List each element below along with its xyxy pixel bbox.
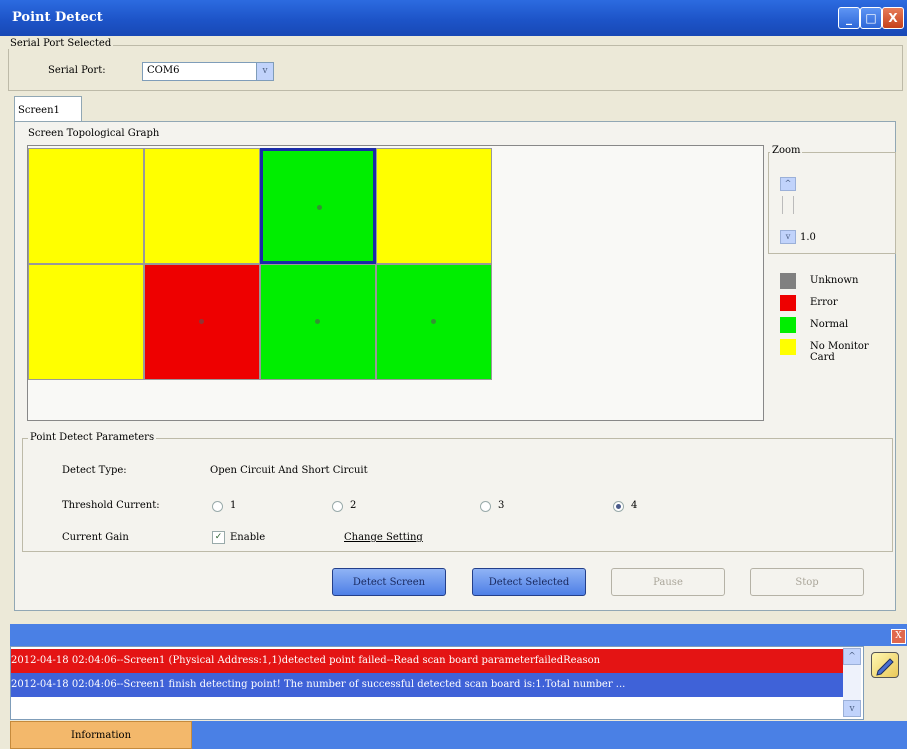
gain-enable-label: Enable	[230, 532, 266, 543]
params-group	[22, 438, 893, 552]
zoom-in-icon[interactable]: ^	[780, 177, 796, 191]
cell-marker-dot	[315, 319, 320, 324]
screen-cell[interactable]	[376, 148, 492, 264]
legend-label-normal: Normal	[810, 319, 849, 330]
information-header-bar	[10, 624, 907, 646]
detect-type-value: Open Circuit And Short Circuit	[210, 465, 368, 476]
legend-label-no-monitor-card: No Monitor Card	[810, 341, 869, 363]
cell-marker-dot	[199, 319, 204, 324]
serial-port-label: Serial Port:	[48, 65, 106, 76]
serial-port-select[interactable]: COM6 v	[142, 62, 274, 81]
log-list[interactable]: 2012-04-18 02:04:06--Screen1 (Physical A…	[10, 646, 864, 720]
title-bar: Point Detect _ □ X	[0, 0, 907, 36]
threshold-option-1: 1	[230, 500, 237, 511]
detect-screen-button[interactable]: Detect Screen	[332, 568, 446, 596]
threshold-label: Threshold Current:	[62, 500, 160, 511]
chevron-down-icon[interactable]: v	[256, 63, 273, 80]
tab-screen1[interactable]: Screen1	[14, 96, 82, 123]
serial-port-value: COM6	[147, 65, 180, 76]
log-line-error[interactable]: 2012-04-18 02:04:06--Screen1 (Physical A…	[11, 649, 843, 673]
log-line-info[interactable]: 2012-04-18 02:04:06--Screen1 finish dete…	[11, 673, 843, 697]
screen-cell[interactable]	[260, 264, 376, 380]
current-gain-label: Current Gain	[62, 532, 129, 543]
legend-label-error: Error	[810, 297, 838, 308]
detect-selected-button[interactable]: Detect Selected	[472, 568, 586, 596]
threshold-option-4: 4	[631, 500, 638, 511]
threshold-option-3: 3	[498, 500, 505, 511]
zoom-value: 1.0	[800, 232, 816, 243]
screen-cell[interactable]	[28, 148, 144, 264]
detect-type-label: Detect Type:	[62, 465, 127, 476]
threshold-radio-1[interactable]	[212, 501, 223, 512]
minimize-button[interactable]: _	[838, 7, 860, 29]
edit-note-icon	[871, 652, 899, 678]
close-log-icon[interactable]: X	[891, 629, 906, 644]
screen-cell[interactable]	[376, 264, 492, 380]
screen-cell-selected[interactable]	[260, 148, 376, 264]
window-title: Point Detect	[12, 10, 103, 25]
threshold-radio-2[interactable]	[332, 501, 343, 512]
zoom-slider-track[interactable]	[782, 196, 794, 214]
params-group-legend: Point Detect Parameters	[28, 432, 157, 443]
topology-graph[interactable]	[27, 145, 764, 421]
legend-swatch-unknown	[780, 273, 796, 289]
legend-swatch-normal	[780, 317, 796, 333]
cell-marker-dot	[317, 205, 322, 210]
change-setting-link[interactable]: Change Setting	[344, 532, 423, 543]
log-action-button[interactable]	[866, 648, 906, 684]
stop-button[interactable]: Stop	[750, 568, 864, 596]
gain-enable-checkbox[interactable]: ✓	[212, 531, 225, 544]
zoom-out-icon[interactable]: v	[780, 230, 796, 244]
scroll-up-icon[interactable]: ^	[843, 648, 861, 665]
scroll-down-icon[interactable]: v	[843, 700, 861, 717]
threshold-radio-4[interactable]	[613, 501, 624, 512]
screen-cell[interactable]	[144, 148, 260, 264]
threshold-option-2: 2	[350, 500, 357, 511]
serial-port-group-legend: Serial Port Selected	[8, 38, 114, 49]
close-button[interactable]: X	[882, 7, 904, 29]
legend-swatch-no-monitor-card	[780, 339, 796, 355]
tab-screen1-label: Screen1	[18, 105, 60, 116]
cell-marker-dot	[431, 319, 436, 324]
threshold-radio-3[interactable]	[480, 501, 491, 512]
screen-cell[interactable]	[144, 264, 260, 380]
tab-information[interactable]: Information	[10, 721, 192, 749]
legend-label-unknown: Unknown	[810, 275, 859, 286]
legend-swatch-error	[780, 295, 796, 311]
topology-group-legend: Screen Topological Graph	[26, 128, 162, 139]
tab-information-label: Information	[71, 730, 132, 741]
maximize-button[interactable]: □	[860, 7, 882, 29]
point-detect-window: Point Detect _ □ X Serial Port Selected …	[0, 0, 907, 749]
screen-cell[interactable]	[28, 264, 144, 380]
pencil-icon	[876, 658, 894, 676]
zoom-group-legend: Zoom	[770, 145, 803, 156]
pause-button[interactable]: Pause	[611, 568, 725, 596]
